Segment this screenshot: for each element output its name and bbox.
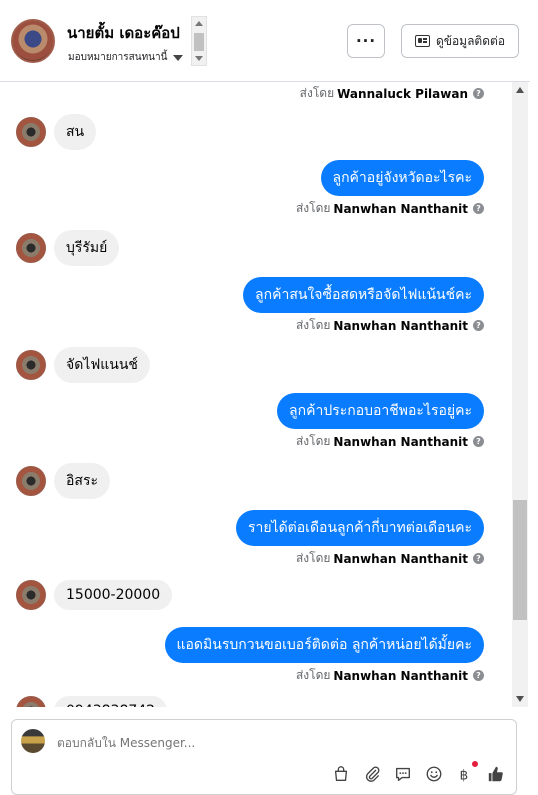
outgoing-bubble[interactable]: ลูกค้าประกอบอาชีพอะไรอยู่คะ: [277, 393, 484, 429]
assign-label: มอบหมายการสนทนานี้: [68, 52, 168, 63]
incoming-bubble[interactable]: บุรีรัมย์: [54, 230, 120, 266]
sent-by-label: ส่งโดย Nanwhan Nanthanit ?: [296, 199, 484, 218]
scroll-up-icon[interactable]: [195, 21, 203, 26]
sender-name: Nanwhan Nanthanit: [333, 434, 468, 449]
outgoing-bubble[interactable]: แอดมินรบกวนขอเบอร์ติดต่อ ลูกค้าหน่อยได้ม…: [164, 627, 484, 663]
info-icon[interactable]: ?: [473, 320, 484, 331]
info-icon[interactable]: ?: [473, 553, 484, 564]
contact-avatar[interactable]: [16, 696, 46, 707]
sent-by-prefix: ส่งโดย: [295, 551, 331, 565]
contact-avatar[interactable]: [16, 350, 46, 380]
like-icon[interactable]: [486, 764, 506, 784]
caret-down-icon: [173, 54, 184, 61]
sender-name: Nanwhan Nanthanit: [333, 201, 468, 216]
conversation-header: นายตั้ม เดอะค๊อป มอบหมายการสนทนานี้ ··· …: [0, 0, 530, 82]
info-icon[interactable]: ?: [473, 670, 484, 681]
contact-avatar[interactable]: [16, 580, 46, 610]
incoming-message: อิสระ: [16, 463, 110, 499]
incoming-bubble[interactable]: อิสระ: [54, 463, 110, 499]
info-icon[interactable]: ?: [473, 203, 484, 214]
assign-conversation-dropdown[interactable]: มอบหมายการสนทนานี้: [68, 50, 184, 65]
incoming-bubble[interactable]: สน: [54, 114, 97, 150]
sent-by-prefix: ส่งโดย: [295, 318, 331, 332]
incoming-bubble[interactable]: จัดไฟแนนช์: [54, 347, 150, 383]
notification-dot: [472, 761, 478, 767]
outgoing-bubble[interactable]: ลูกค้าสนใจซื้อสดหรือจัดไฟแน้นช์คะ: [243, 277, 484, 313]
page-avatar: [21, 729, 45, 753]
sent-by-prefix: ส่งโดย: [295, 434, 331, 448]
contact-card-icon: [414, 35, 430, 47]
sent-by-label: ส่งโดย Nanwhan Nanthanit ?: [296, 549, 484, 568]
outgoing-bubble[interactable]: ลูกค้าอยู่จังหวัดอะไรคะ: [320, 160, 484, 196]
outgoing-bubble[interactable]: รายได้ต่อเดือนลูกค้ากี่บาทต่อเดือนคะ: [235, 510, 484, 546]
scroll-thumb[interactable]: [513, 500, 527, 620]
sent-by-label: ส่งโดย Wannaluck Pilawan ?: [300, 84, 484, 103]
scroll-up-icon[interactable]: [516, 87, 524, 93]
incoming-bubble[interactable]: 15000-20000: [54, 580, 173, 610]
sent-by-prefix: ส่งโดย: [295, 668, 331, 682]
baht-icon[interactable]: ฿: [455, 761, 478, 784]
scroll-thumb[interactable]: [194, 33, 204, 51]
sent-by-prefix: ส่งโดย: [295, 201, 331, 215]
info-icon[interactable]: ?: [473, 88, 484, 99]
header-scrollbar[interactable]: [191, 16, 207, 66]
scroll-down-icon[interactable]: [195, 56, 203, 61]
attachment-icon[interactable]: [362, 764, 382, 784]
sender-name: Nanwhan Nanthanit: [333, 318, 468, 333]
sent-by-label: ส่งโดย Nanwhan Nanthanit ?: [296, 432, 484, 451]
sender-name: Nanwhan Nanthanit: [333, 551, 468, 566]
info-icon[interactable]: ?: [473, 436, 484, 447]
contact-avatar[interactable]: [16, 117, 46, 147]
reply-composer: ฿: [11, 719, 517, 795]
contact-avatar[interactable]: [16, 233, 46, 263]
incoming-bubble[interactable]: 0943838742: [54, 696, 168, 707]
sent-by-label: ส่งโดย Nanwhan Nanthanit ?: [296, 316, 484, 335]
svg-text:฿: ฿: [460, 767, 469, 783]
sender-name: Wannaluck Pilawan: [337, 86, 468, 101]
scroll-down-icon[interactable]: [516, 696, 524, 702]
bag-icon[interactable]: [331, 764, 351, 784]
more-options-button[interactable]: ···: [347, 24, 385, 58]
saved-reply-icon[interactable]: [393, 764, 413, 784]
incoming-message: 0943838742: [16, 696, 168, 707]
sent-by-label: ส่งโดย Nanwhan Nanthanit ?: [296, 666, 484, 685]
sender-name: Nanwhan Nanthanit: [333, 668, 468, 683]
contact-avatar[interactable]: [11, 19, 55, 63]
message-thread[interactable]: ส่งโดย Wannaluck Pilawan ? สน ลูกค้าอยู่…: [0, 82, 512, 707]
sent-by-prefix: ส่งโดย: [299, 86, 335, 100]
view-contact-label: ดูข้อมูลติดต่อ: [435, 33, 506, 48]
incoming-message: จัดไฟแนนช์: [16, 347, 150, 383]
emoji-icon[interactable]: [424, 764, 444, 784]
composer-toolbar: ฿: [331, 761, 506, 784]
incoming-message: บุรีรัมย์: [16, 230, 120, 266]
view-contact-button[interactable]: ดูข้อมูลติดต่อ: [401, 24, 519, 58]
contact-avatar[interactable]: [16, 466, 46, 496]
incoming-message: 15000-20000: [16, 580, 173, 610]
thread-scrollbar[interactable]: [512, 82, 528, 707]
incoming-message: สน: [16, 114, 97, 150]
reply-input[interactable]: [57, 736, 357, 750]
contact-name[interactable]: นายตั้ม เดอะค๊อป: [67, 21, 180, 45]
